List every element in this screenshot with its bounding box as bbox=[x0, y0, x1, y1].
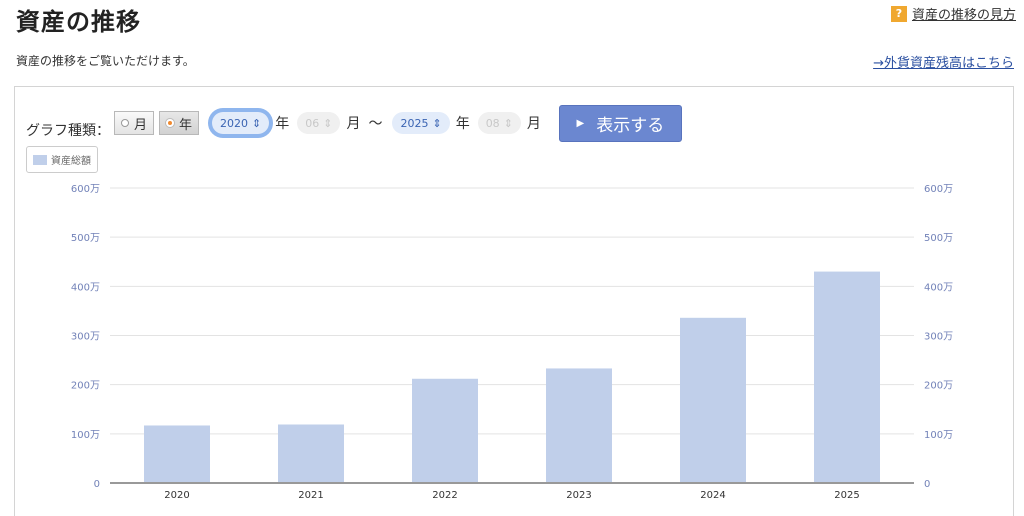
x-tick-label: 2021 bbox=[298, 490, 323, 501]
y-tick-label-right: 100万 bbox=[924, 430, 953, 441]
y-tick-label-left: 100万 bbox=[71, 430, 100, 441]
bar bbox=[412, 378, 478, 483]
y-tick-label-right: 600万 bbox=[924, 184, 953, 195]
bar bbox=[278, 424, 344, 483]
bar bbox=[546, 368, 612, 483]
bar bbox=[680, 317, 746, 483]
y-tick-label-left: 300万 bbox=[71, 332, 100, 343]
y-tick-label-left: 0 bbox=[94, 479, 100, 490]
x-tick-label: 2023 bbox=[566, 490, 591, 501]
y-tick-label-left: 400万 bbox=[71, 282, 100, 293]
y-tick-label-right: 0 bbox=[924, 479, 930, 490]
x-tick-label: 2020 bbox=[164, 490, 189, 501]
y-tick-label-left: 600万 bbox=[71, 184, 100, 195]
y-tick-label-right: 500万 bbox=[924, 233, 953, 244]
asset-bar-chart: 0 0 100万 100万 200万 200万 300万 300万 400万 400万 500万 50… bbox=[71, 184, 953, 501]
y-tick-label-right: 400万 bbox=[924, 282, 953, 293]
x-tick-label: 2022 bbox=[432, 490, 457, 501]
y-tick-label-left: 500万 bbox=[71, 233, 100, 244]
bar bbox=[144, 425, 210, 483]
bar bbox=[814, 271, 880, 483]
x-tick-label: 2025 bbox=[834, 490, 859, 501]
y-tick-label-right: 200万 bbox=[924, 381, 953, 392]
y-tick-label-right: 300万 bbox=[924, 332, 953, 343]
y-tick-label-left: 200万 bbox=[71, 381, 100, 392]
x-tick-label: 2024 bbox=[700, 490, 725, 501]
